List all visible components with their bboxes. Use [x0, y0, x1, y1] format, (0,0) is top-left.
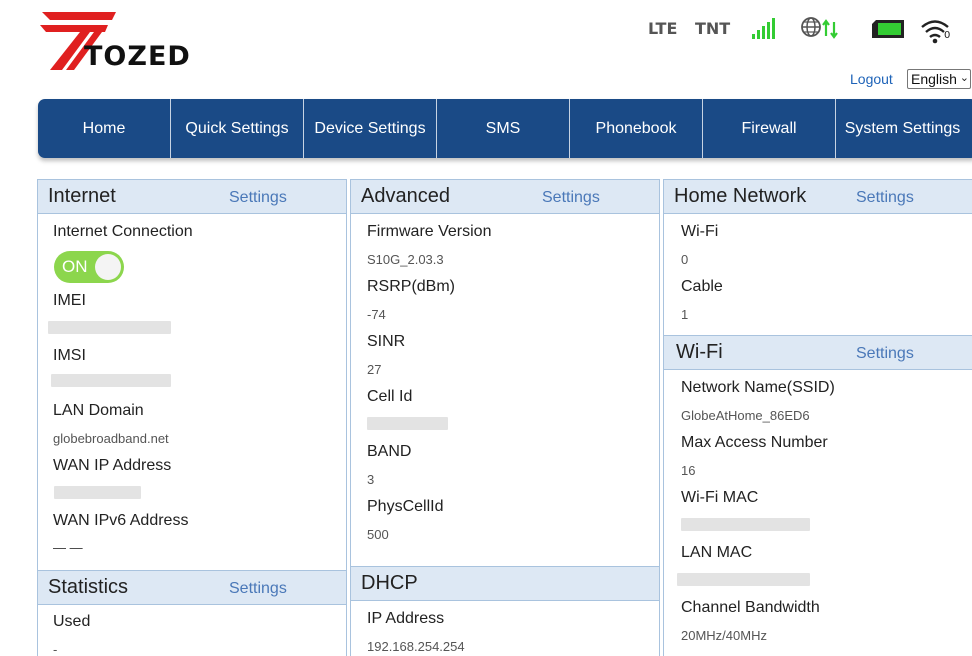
- imsi-value-redacted: [51, 374, 171, 387]
- used-value: -: [53, 642, 58, 656]
- internet-connection-label: Internet Connection: [53, 223, 193, 240]
- nav-item-firewall[interactable]: Firewall: [703, 99, 836, 158]
- rsrp-value: -74: [367, 307, 386, 322]
- dhcp-ip-label: IP Address: [367, 610, 445, 627]
- wifi-panel-header: Wi-Fi Settings: [664, 336, 972, 370]
- lan-domain-value: globebroadband.net: [53, 431, 169, 446]
- globe-data-transfer-icon: [801, 17, 838, 39]
- ssid-label: Network Name(SSID): [681, 379, 835, 396]
- internet-panel-title: Internet: [48, 185, 116, 207]
- physcellid-value: 500: [367, 527, 389, 542]
- imei-label: IMEI: [53, 292, 86, 309]
- advanced-settings-link[interactable]: Settings: [542, 189, 600, 207]
- main-nav: Home Quick Settings Device Settings SMS …: [38, 99, 972, 158]
- lan-mac-label: LAN MAC: [681, 544, 753, 561]
- cell-id-label: Cell Id: [367, 388, 413, 405]
- router-admin-page: TOZED LTE TNT 0 Logout English ⌄ Home Qu…: [0, 0, 972, 656]
- home-network-panel: Home Network Settings Wi-Fi 0 Cable 1: [663, 179, 972, 337]
- nav-item-quick-settings[interactable]: Quick Settings: [171, 99, 304, 158]
- language-select-value: English: [911, 71, 957, 87]
- home-wifi-label: Wi-Fi: [681, 223, 719, 240]
- advanced-panel-header: Advanced Settings: [351, 180, 659, 214]
- wan-ipv6-value: — —: [53, 540, 83, 555]
- nav-item-sms[interactable]: SMS: [437, 99, 570, 158]
- wifi-settings-link[interactable]: Settings: [856, 345, 914, 363]
- tozed-logo: TOZED: [38, 8, 213, 72]
- imei-value-redacted: [48, 321, 171, 334]
- nav-item-home[interactable]: Home: [38, 99, 171, 158]
- wifi-panel-title: Wi-Fi: [676, 341, 723, 363]
- statistics-panel-title: Statistics: [48, 576, 129, 598]
- wan-ipv6-label: WAN IPv6 Address: [53, 512, 189, 529]
- wifi-panel: Wi-Fi Settings Network Name(SSID) GlobeA…: [663, 335, 972, 656]
- dhcp-panel-title: DHCP: [361, 572, 418, 594]
- signal-bars-icon: [752, 18, 775, 39]
- channel-bandwidth-value: 20MHz/40MHz: [681, 628, 767, 643]
- dhcp-panel: DHCP IP Address 192.168.254.254: [350, 566, 660, 656]
- wifi-mac-label: Wi-Fi MAC: [681, 489, 759, 506]
- rsrp-label: RSRP(dBm): [367, 278, 456, 295]
- physcellid-label: PhysCellId: [367, 498, 444, 515]
- dhcp-ip-value: 192.168.254.254: [367, 639, 465, 654]
- lan-domain-label: LAN Domain: [53, 402, 144, 419]
- wan-ip-value-redacted: [54, 486, 141, 499]
- wifi-client-count: 0: [944, 30, 951, 41]
- home-wifi-value: 0: [681, 252, 689, 267]
- cable-label: Cable: [681, 278, 723, 295]
- band-label: BAND: [367, 443, 412, 460]
- nav-item-system-settings[interactable]: System Settings: [836, 99, 969, 158]
- internet-connection-toggle[interactable]: ON: [54, 251, 124, 283]
- nav-item-device-settings[interactable]: Device Settings: [304, 99, 437, 158]
- home-network-settings-link[interactable]: Settings: [856, 189, 914, 207]
- firmware-version-value: S10G_2.03.3: [367, 252, 444, 267]
- statistics-panel: Statistics Settings Used -: [37, 570, 347, 656]
- dhcp-panel-header: DHCP: [351, 567, 659, 601]
- home-network-panel-header: Home Network Settings: [664, 180, 972, 214]
- battery-icon: [872, 20, 904, 38]
- sinr-label: SINR: [367, 333, 406, 350]
- statistics-panel-header: Statistics Settings: [38, 571, 346, 605]
- statistics-settings-link[interactable]: Settings: [229, 580, 287, 598]
- wan-ip-label: WAN IP Address: [53, 457, 172, 474]
- firmware-version-label: Firmware Version: [367, 223, 492, 240]
- max-access-value: 16: [681, 463, 696, 478]
- internet-settings-link[interactable]: Settings: [229, 189, 287, 207]
- language-select[interactable]: English ⌄: [907, 69, 971, 89]
- used-label: Used: [53, 613, 91, 630]
- nav-item-phonebook[interactable]: Phonebook: [570, 99, 703, 158]
- chevron-down-icon: ⌄: [959, 72, 969, 84]
- internet-panel: Internet Settings Internet Connection ON…: [37, 179, 347, 571]
- logout-link[interactable]: Logout: [850, 71, 893, 87]
- toggle-state-text: ON: [62, 257, 88, 276]
- cell-id-value-redacted: [367, 417, 448, 430]
- home-network-panel-title: Home Network: [674, 185, 807, 207]
- band-value: 3: [367, 472, 375, 487]
- max-access-label: Max Access Number: [681, 434, 828, 451]
- channel-bandwidth-label: Channel Bandwidth: [681, 599, 820, 616]
- internet-panel-header: Internet Settings: [38, 180, 346, 214]
- ssid-value: GlobeAtHome_86ED6: [681, 408, 810, 423]
- toggle-knob: [95, 254, 121, 280]
- network-type-indicator: LTE: [648, 19, 678, 38]
- sinr-value: 27: [367, 362, 382, 377]
- operator-name: TNT: [695, 19, 731, 38]
- lan-mac-value-redacted: [677, 573, 810, 586]
- advanced-panel-title: Advanced: [361, 185, 450, 207]
- cable-value: 1: [681, 307, 689, 322]
- wifi-mac-value-redacted: [681, 518, 810, 531]
- brand-name: TOZED: [84, 41, 191, 72]
- advanced-panel: Advanced Settings Firmware Version S10G_…: [350, 179, 660, 567]
- imsi-label: IMSI: [53, 347, 86, 364]
